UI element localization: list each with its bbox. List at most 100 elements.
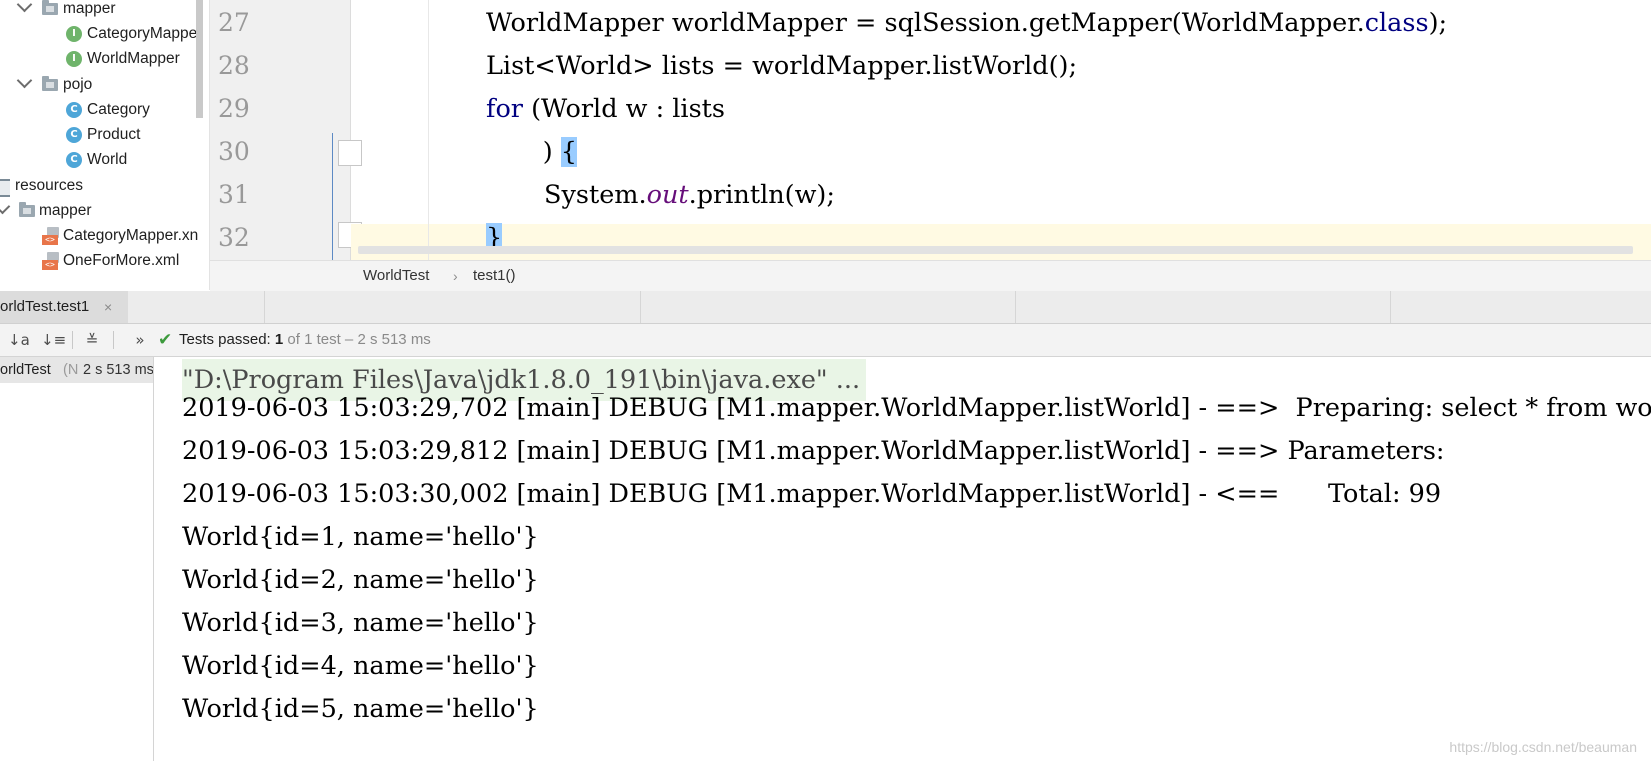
tree-item-label: OneForMore.xml [63, 252, 180, 269]
folder-icon [42, 0, 58, 15]
console-line: World{id=5, name='hello'} [182, 694, 539, 724]
test-name: orldTest [0, 362, 51, 378]
chevron-down-icon[interactable] [16, 72, 33, 89]
console-output[interactable]: "D:\Program Files\Java\jdk1.8.0_191\bin\… [154, 357, 1651, 761]
tree-item-label: CategoryMapper.xn [63, 227, 199, 244]
interface-icon: I [66, 26, 82, 42]
code-text: System. [544, 180, 647, 210]
run-tab-bar: orldTest.test1 × [0, 291, 1651, 324]
code-editor[interactable]: 27 28 29 30 31 32 WorldMapper worldMappe… [210, 0, 1651, 260]
fold-collapse-icon[interactable] [338, 140, 362, 166]
test-duration: 2 s 513 ms [83, 362, 153, 378]
tree-scrollbar[interactable] [196, 0, 203, 118]
tab-divider [1015, 291, 1016, 323]
interface-icon: I [66, 51, 82, 67]
test-results-tree: orldTest (N 2 s 513 ms [0, 357, 154, 761]
more-actions-icon[interactable]: » [130, 330, 150, 350]
tree-item-label: pojo [63, 76, 93, 93]
code-line-30: ) { [486, 130, 578, 174]
tests-passed-count: 1 [274, 331, 284, 348]
line-number: 32 [218, 223, 250, 252]
run-tab-label: orldTest.test1 [0, 298, 90, 315]
expand-all-icon[interactable]: ≚ [82, 330, 102, 350]
code-text: (World w : lists [522, 94, 726, 124]
keyword-token: for [486, 94, 523, 124]
chevron-down-icon[interactable] [16, 0, 33, 13]
line-number: 30 [218, 137, 250, 166]
tree-item-label: CategoryMappe [87, 25, 198, 42]
folder-icon [19, 202, 35, 217]
code-line-28: List<World> lists = worldMapper.listWorl… [486, 44, 1077, 88]
static-field-token: out [646, 180, 689, 210]
code-line-29: for (World w : lists [486, 87, 725, 131]
tests-passed-status: Tests passed: 1 of 1 test – 2 s 513 ms [179, 324, 431, 356]
console-line: World{id=3, name='hello'} [182, 608, 539, 638]
breadcrumb-method[interactable]: test1() [473, 261, 516, 291]
folder-icon [42, 76, 58, 91]
breadcrumb: WorldTest › test1() [210, 260, 1651, 292]
tab-divider [1390, 291, 1391, 323]
tree-item-mapper-folder[interactable]: mapper [0, 0, 200, 21]
xml-file-icon: <> [42, 252, 59, 270]
test-tree-item-worldtest[interactable]: orldTest (N 2 s 513 ms [0, 357, 153, 383]
breadcrumb-class[interactable]: WorldTest [363, 261, 429, 291]
console-line: 2019-06-03 15:03:30,002 [main] DEBUG [M1… [182, 479, 1442, 509]
console-line: World{id=1, name='hello'} [182, 522, 539, 552]
test-results-toolbar: ↓a ↓≡ ≚ » ✔ Tests passed: 1 of 1 test – … [0, 324, 1651, 357]
watermark: https://blog.csdn.net/beauman [1449, 739, 1637, 755]
tree-item-world-mapper[interactable]: I WorldMapper [0, 47, 200, 71]
tree-item-label: World [87, 151, 128, 168]
tree-item-category-mapper[interactable]: I CategoryMappe [0, 22, 200, 46]
check-icon: ✔ [158, 330, 173, 350]
code-line-31: System.out.println(w); [544, 173, 835, 217]
horizontal-scrollbar[interactable] [358, 246, 1633, 254]
line-number: 27 [218, 8, 250, 37]
code-text: WorldMapper worldMapper = sqlSession.get… [486, 8, 1365, 38]
line-number-gutter: 27 28 29 30 31 32 [210, 0, 362, 260]
project-tree: mapper I CategoryMappe I WorldMapper poj… [0, 0, 210, 290]
breadcrumb-separator: › [453, 268, 458, 284]
tree-item-label: Category [87, 101, 150, 118]
line-number: 28 [218, 51, 250, 80]
caret-line-highlight [351, 224, 1651, 260]
line-number: 29 [218, 94, 250, 123]
code-text: .println(w); [688, 180, 835, 210]
console-line: 2019-06-03 15:03:29,812 [main] DEBUG [M1… [182, 436, 1453, 466]
tree-item-label: Product [87, 126, 141, 143]
tree-item-product-class[interactable]: C Product [0, 123, 200, 147]
code-text: List<World> lists = worldMapper.listWorl… [486, 51, 1078, 81]
tree-item-resources-mapper[interactable]: mapper [0, 198, 200, 223]
tab-divider [640, 291, 641, 323]
toolbar-separator [72, 331, 73, 349]
code-text: ) [486, 137, 561, 167]
console-line: World{id=2, name='hello'} [182, 565, 539, 595]
tests-passed-label: Tests passed: [179, 331, 275, 348]
tree-item-label: resources [15, 177, 84, 194]
fold-range-line [332, 133, 333, 260]
tree-item-world-class[interactable]: C World [0, 148, 200, 172]
tree-item-category-class[interactable]: C Category [0, 98, 200, 122]
tree-item-pojo-folder[interactable]: pojo [0, 72, 200, 97]
run-tab-worldtest-test1[interactable]: orldTest.test1 × [0, 291, 128, 323]
class-icon: C [66, 152, 82, 168]
line-number: 31 [218, 180, 250, 209]
code-line-27: WorldMapper worldMapper = sqlSession.get… [486, 1, 1447, 45]
chevron-down-icon[interactable] [0, 198, 11, 215]
tab-divider [264, 291, 265, 323]
toolbar-separator [113, 331, 114, 349]
code-text: ); [1428, 8, 1448, 38]
tree-item-category-mapper-xml[interactable]: <> CategoryMapper.xn [0, 224, 200, 248]
test-extra: (N [63, 362, 79, 378]
sort-by-duration-icon[interactable]: ↓≡ [41, 330, 66, 350]
tree-item-label: mapper [63, 0, 116, 17]
close-icon[interactable]: × [104, 291, 112, 323]
matched-brace: { [560, 137, 578, 167]
tree-item-label: WorldMapper [87, 50, 180, 67]
tree-item-oneformore-xml[interactable]: <> OneForMore.xml [0, 249, 200, 273]
tests-passed-summary: of 1 test – 2 s 513 ms [283, 331, 431, 348]
sort-alphabetically-icon[interactable]: ↓a [8, 330, 30, 350]
resources-folder-icon [0, 179, 10, 197]
tree-item-label: mapper [39, 202, 92, 219]
keyword-token: class [1364, 8, 1429, 38]
tree-item-resources[interactable]: resources [0, 174, 200, 198]
